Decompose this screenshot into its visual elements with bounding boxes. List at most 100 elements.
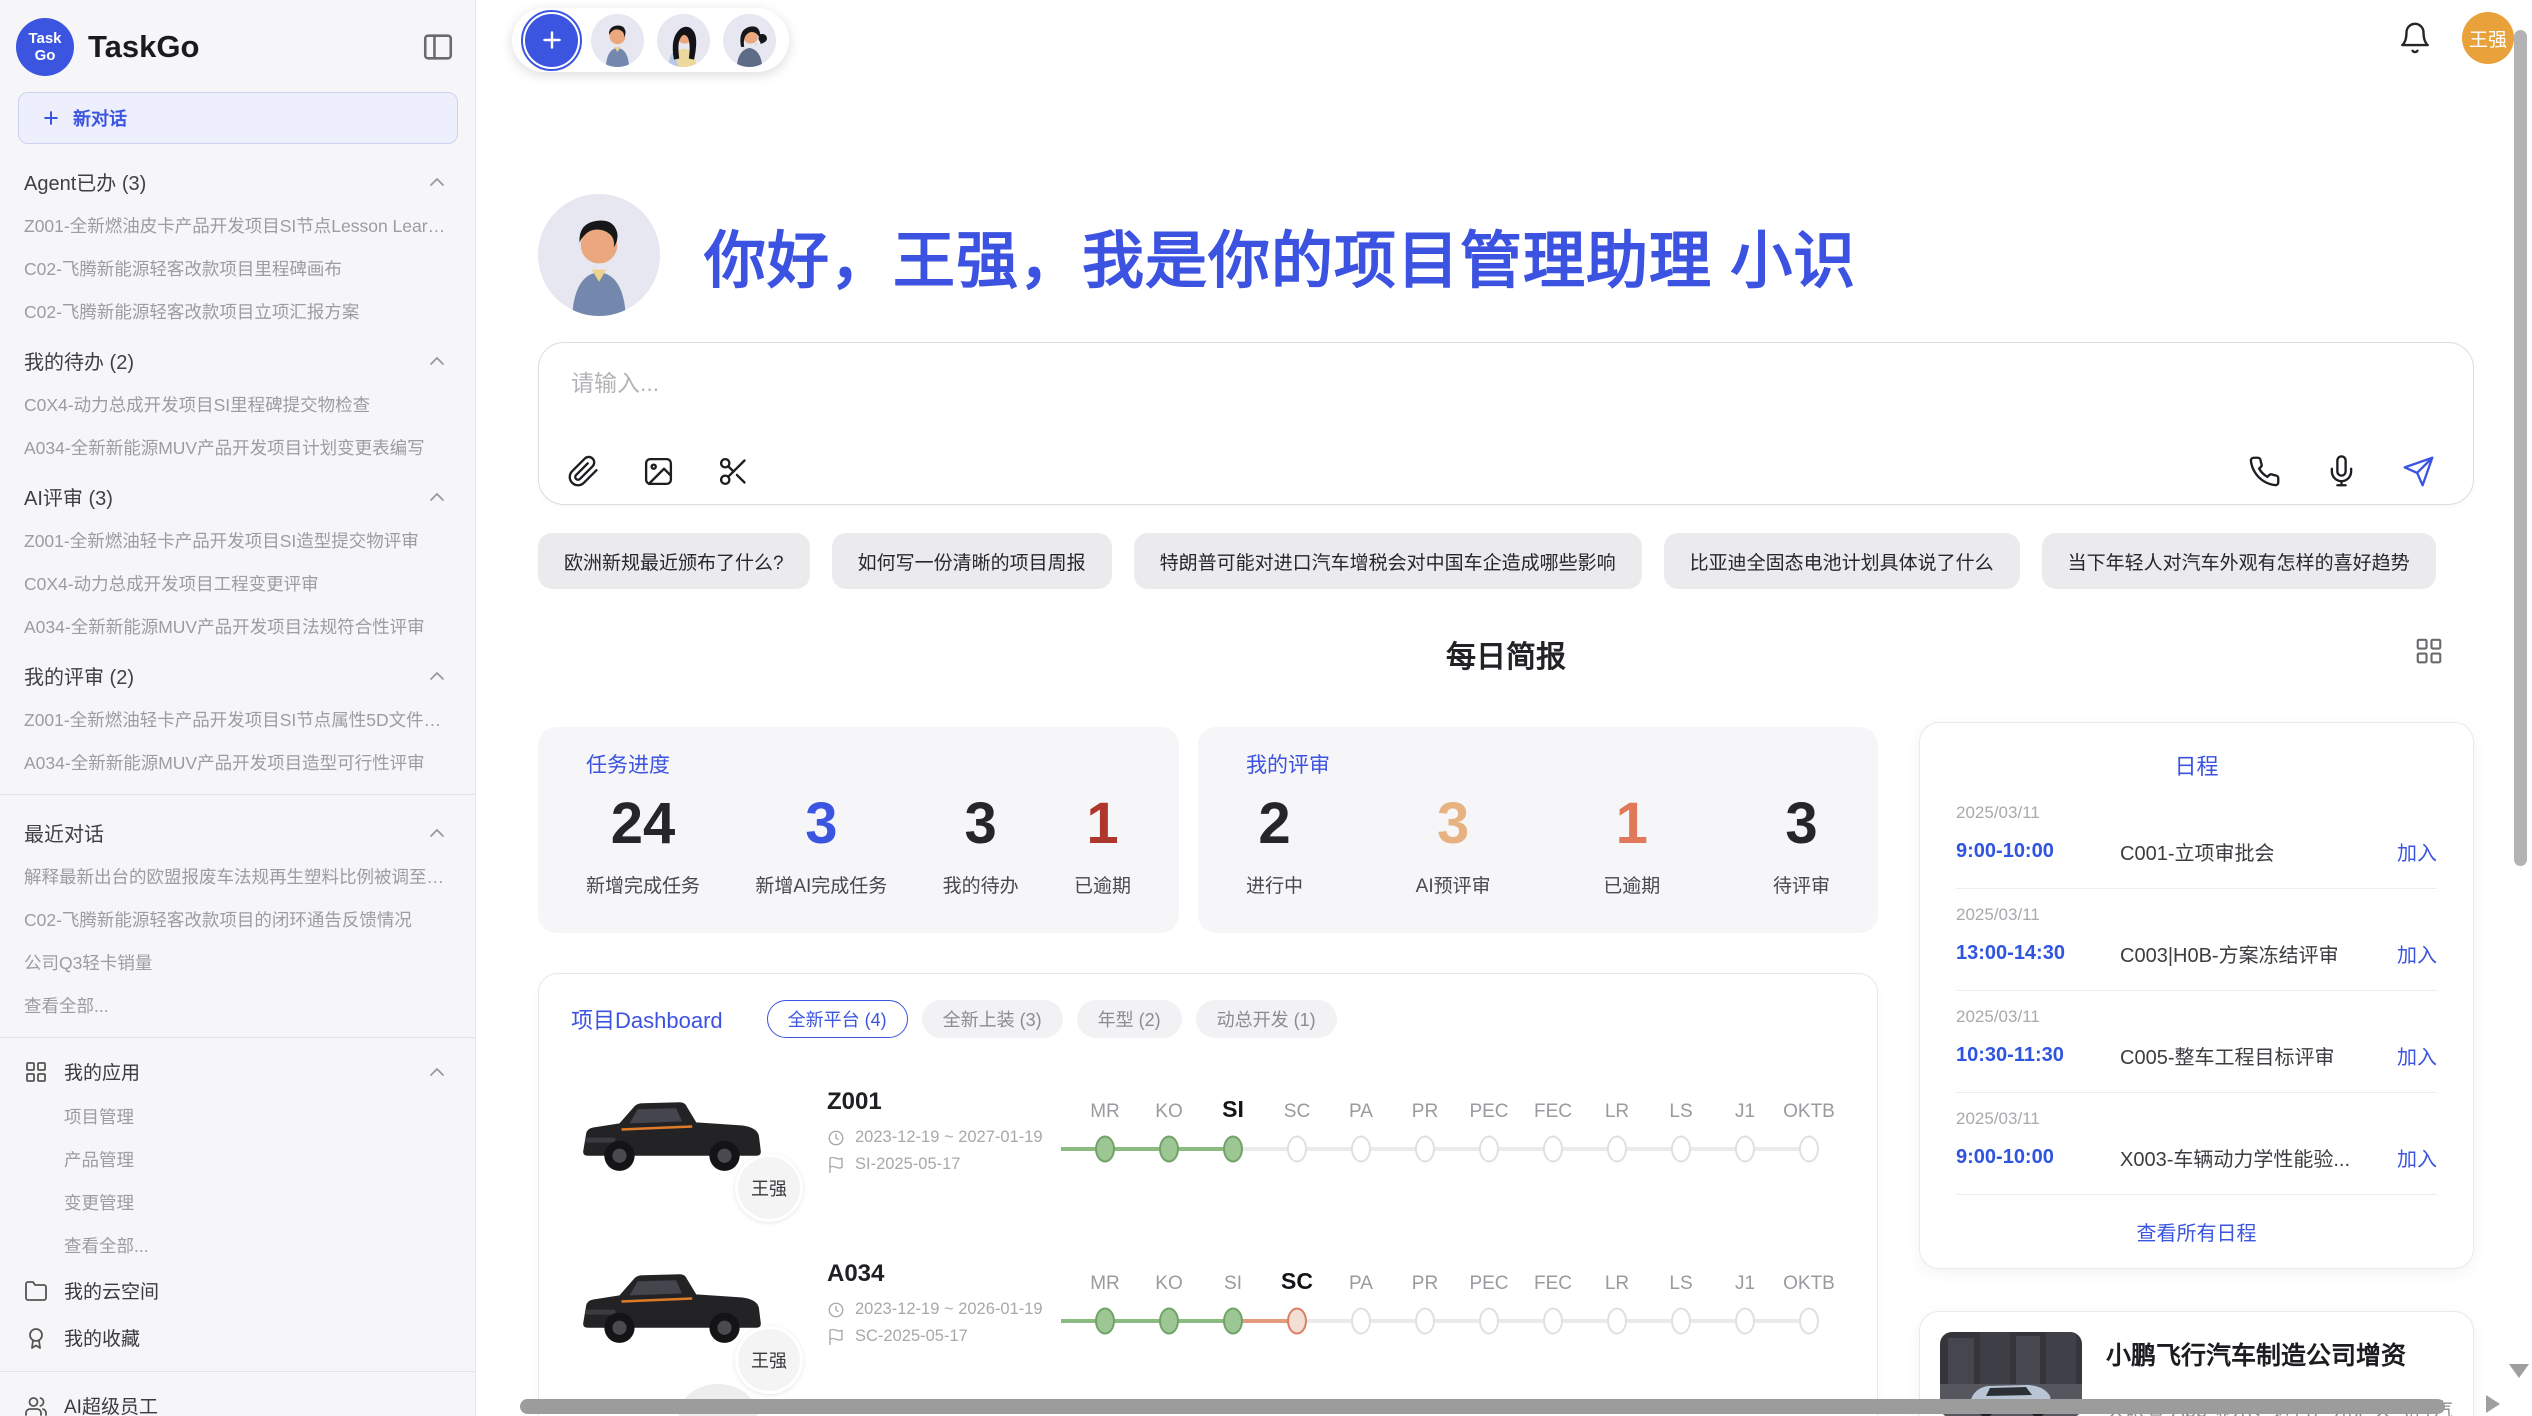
sidebar-group-title[interactable]: AI评审 (3)	[0, 469, 475, 519]
schedule-join-link[interactable]: 加入	[2397, 1143, 2437, 1172]
sidebar-group-title[interactable]: 我的待办 (2)	[0, 333, 475, 383]
schedule-time: 9:00-10:00	[1956, 1146, 2112, 1169]
sidebar-recent-title[interactable]: 最近对话	[0, 805, 475, 855]
dashboard-filter-pill[interactable]: 年型 (2)	[1077, 1000, 1182, 1038]
chevron-up-icon[interactable]	[425, 821, 449, 845]
apps-view-all-link[interactable]: 查看全部...	[0, 1224, 475, 1267]
schedule-card: 日程 2025/03/11 9:00-10:00 C001-立项审批会 加入 2…	[1919, 722, 2474, 1269]
plus-icon	[539, 27, 565, 53]
sidebar-tool-users[interactable]: AI超级员工	[0, 1382, 475, 1416]
dashboard-filter-pill[interactable]: 全新上装 (3)	[922, 1000, 1063, 1038]
recent-conversation-item[interactable]: 解释最新出台的欧盟报废车法规再生塑料比例被调至15%...	[0, 855, 475, 898]
sidebar-group: AI评审 (3) Z001-全新燃油轻卡产品开发项目SI造型提交物评审C0X4-…	[0, 469, 475, 648]
add-assistant-button[interactable]	[525, 14, 578, 67]
horizontal-scrollbar-thumb[interactable]	[520, 1399, 2445, 1414]
sidebar-item[interactable]: Z001-全新燃油轻卡产品开发项目SI节点属性5D文件评审	[0, 698, 475, 741]
suggestion-chip[interactable]: 特朗普可能对进口汽车增税会对中国车企造成哪些影响	[1134, 533, 1642, 589]
microphone-icon[interactable]	[2325, 455, 2358, 488]
chevron-up-icon[interactable]	[425, 1060, 449, 1084]
stat: 24 新增完成任务	[586, 795, 700, 898]
suggestion-chip[interactable]: 当下年轻人对汽车外观有怎样的喜好趋势	[2042, 533, 2436, 589]
assistant-avatar-3[interactable]	[723, 14, 776, 67]
schedule-event-name: C001-立项审批会	[2120, 837, 2389, 866]
milestone-node	[1735, 1136, 1755, 1163]
assistant-avatar-1[interactable]	[591, 14, 644, 67]
app-link-item[interactable]: 变更管理	[0, 1181, 475, 1224]
milestone-label: SC	[1284, 1091, 1310, 1123]
new-chat-button[interactable]: 新对话	[18, 92, 458, 144]
daily-briefing-header: 每日简报	[538, 632, 2474, 676]
dashboard-filter-pill[interactable]: 全新平台 (4)	[767, 1000, 908, 1038]
schedule-join-link[interactable]: 加入	[2397, 939, 2437, 968]
milestone-KO: KO	[1137, 1263, 1201, 1343]
app-link-item[interactable]: 产品管理	[0, 1138, 475, 1181]
sidebar-item[interactable]: Z001-全新燃油皮卡产品开发项目SI节点Lesson Learn报告	[0, 204, 475, 247]
chevron-up-icon[interactable]	[425, 170, 449, 194]
milestone-node	[1735, 1308, 1755, 1335]
users-icon	[24, 1394, 48, 1416]
chevron-up-icon[interactable]	[425, 485, 449, 509]
briefing-columns: 任务进度 24 新增完成任务 3 新增AI完成任务 3 我的待办 1 已逾期 我…	[538, 722, 2474, 1416]
sidebar-collapse-icon[interactable]	[421, 30, 455, 64]
project-row[interactable]: 王强 Z001 2023-12-19 ~ 2027-01-19 SI-2025-…	[571, 1052, 1845, 1210]
milestone-KO: KO	[1137, 1091, 1201, 1171]
paperclip-icon[interactable]	[567, 455, 600, 488]
milestone-node	[1287, 1136, 1307, 1163]
sidebar-scroll-area: Agent已办 (3) Z001-全新燃油皮卡产品开发项目SI节点Lesson …	[0, 154, 475, 1416]
image-icon[interactable]	[642, 455, 675, 488]
recent-view-all-link[interactable]: 查看全部...	[0, 984, 475, 1027]
milestone-label: SI	[1222, 1091, 1244, 1123]
greeting-block: 你好，王强，我是你的项目管理助理 小识	[538, 194, 1856, 316]
app-link-item[interactable]: 项目管理	[0, 1095, 475, 1138]
send-icon[interactable]	[2402, 455, 2435, 488]
notifications-bell-icon[interactable]	[2398, 21, 2432, 55]
suggestion-chip[interactable]: 比亚迪全固态电池计划具体说了什么	[1664, 533, 2020, 589]
sidebar-item[interactable]: A034-全新新能源MUV产品开发项目计划变更表编写	[0, 426, 475, 469]
project-dashboard-card: 项目Dashboard 全新平台 (4) 全新上装 (3) 年型 (2) 动总开…	[538, 973, 1878, 1416]
project-row[interactable]: 王强 A034 2023-12-19 ~ 2026-01-19 SC-2025-…	[571, 1224, 1845, 1382]
user-avatar-badge[interactable]: 王强	[2462, 12, 2514, 64]
schedule-join-link[interactable]: 加入	[2397, 1041, 2437, 1070]
vertical-scrollbar-thumb[interactable]	[2514, 30, 2527, 866]
view-all-schedule-link[interactable]: 查看所有日程	[1956, 1195, 2437, 1246]
avatar-man-illustration	[591, 14, 644, 67]
sidebar-link-folder[interactable]: 我的云空间	[0, 1267, 475, 1314]
milestone-node	[1223, 1308, 1243, 1335]
sidebar-group-title[interactable]: Agent已办 (3)	[0, 154, 475, 204]
scroll-down-arrow[interactable]	[2509, 1364, 2529, 1378]
sidebar-item[interactable]: C02-飞腾新能源轻客改款项目立项汇报方案	[0, 290, 475, 333]
recent-conversation-item[interactable]: 公司Q3轻卡销量	[0, 941, 475, 984]
sidebar-item[interactable]: A034-全新新能源MUV产品开发项目造型可行性评审	[0, 741, 475, 784]
sidebar-item[interactable]: C0X4-动力总成开发项目工程变更评审	[0, 562, 475, 605]
recent-conversation-item[interactable]: C02-飞腾新能源轻客改款项目的闭环通告反馈情况	[0, 898, 475, 941]
chevron-up-icon[interactable]	[425, 349, 449, 373]
sidebar-section-my-apps[interactable]: 我的应用	[0, 1048, 475, 1095]
schedule-item: 2025/03/11 10:30-11:30 C005-整车工程目标评审 加入	[1956, 991, 2437, 1093]
milestone-PEC: PEC	[1457, 1091, 1521, 1171]
flag-icon	[827, 1156, 845, 1174]
schedule-join-link[interactable]: 加入	[2397, 837, 2437, 866]
sidebar-item[interactable]: C0X4-动力总成开发项目SI里程碑提交物检查	[0, 383, 475, 426]
dashboard-filter-pill[interactable]: 动总开发 (1)	[1196, 1000, 1337, 1038]
chevron-up-icon[interactable]	[425, 664, 449, 688]
layout-grid-icon[interactable]	[2414, 636, 2444, 666]
sidebar-item[interactable]: A034-全新新能源MUV产品开发项目法规符合性评审	[0, 605, 475, 648]
sidebar-item[interactable]: Z001-全新燃油轻卡产品开发项目SI造型提交物评审	[0, 519, 475, 562]
assistant-avatar-2[interactable]	[657, 14, 710, 67]
app-root: Task Go TaskGo 新对话 Agent已办 (3) Z001-全新燃油…	[0, 0, 2532, 1416]
stats-row: 任务进度 24 新增完成任务 3 新增AI完成任务 3 我的待办 1 已逾期 我…	[538, 727, 1878, 933]
sidebar-link-award[interactable]: 我的收藏	[0, 1314, 475, 1361]
phone-icon[interactable]	[2248, 455, 2281, 488]
milestone-node	[1415, 1308, 1435, 1335]
milestone-node	[1543, 1308, 1563, 1335]
app-title: TaskGo	[88, 29, 421, 65]
sidebar-item[interactable]: C02-飞腾新能源轻客改款项目里程碑画布	[0, 247, 475, 290]
suggestion-chip[interactable]: 欧洲新规最近颁布了什么?	[538, 533, 810, 589]
milestone-label: KO	[1155, 1263, 1182, 1295]
composer-input[interactable]	[569, 369, 2069, 398]
scroll-right-arrow[interactable]	[2486, 1395, 2500, 1413]
sidebar-group-title[interactable]: 我的评审 (2)	[0, 648, 475, 698]
suggestion-chip[interactable]: 如何写一份清晰的项目周报	[832, 533, 1112, 589]
scissors-icon[interactable]	[717, 455, 750, 488]
schedule-date: 2025/03/11	[1956, 1109, 2437, 1129]
